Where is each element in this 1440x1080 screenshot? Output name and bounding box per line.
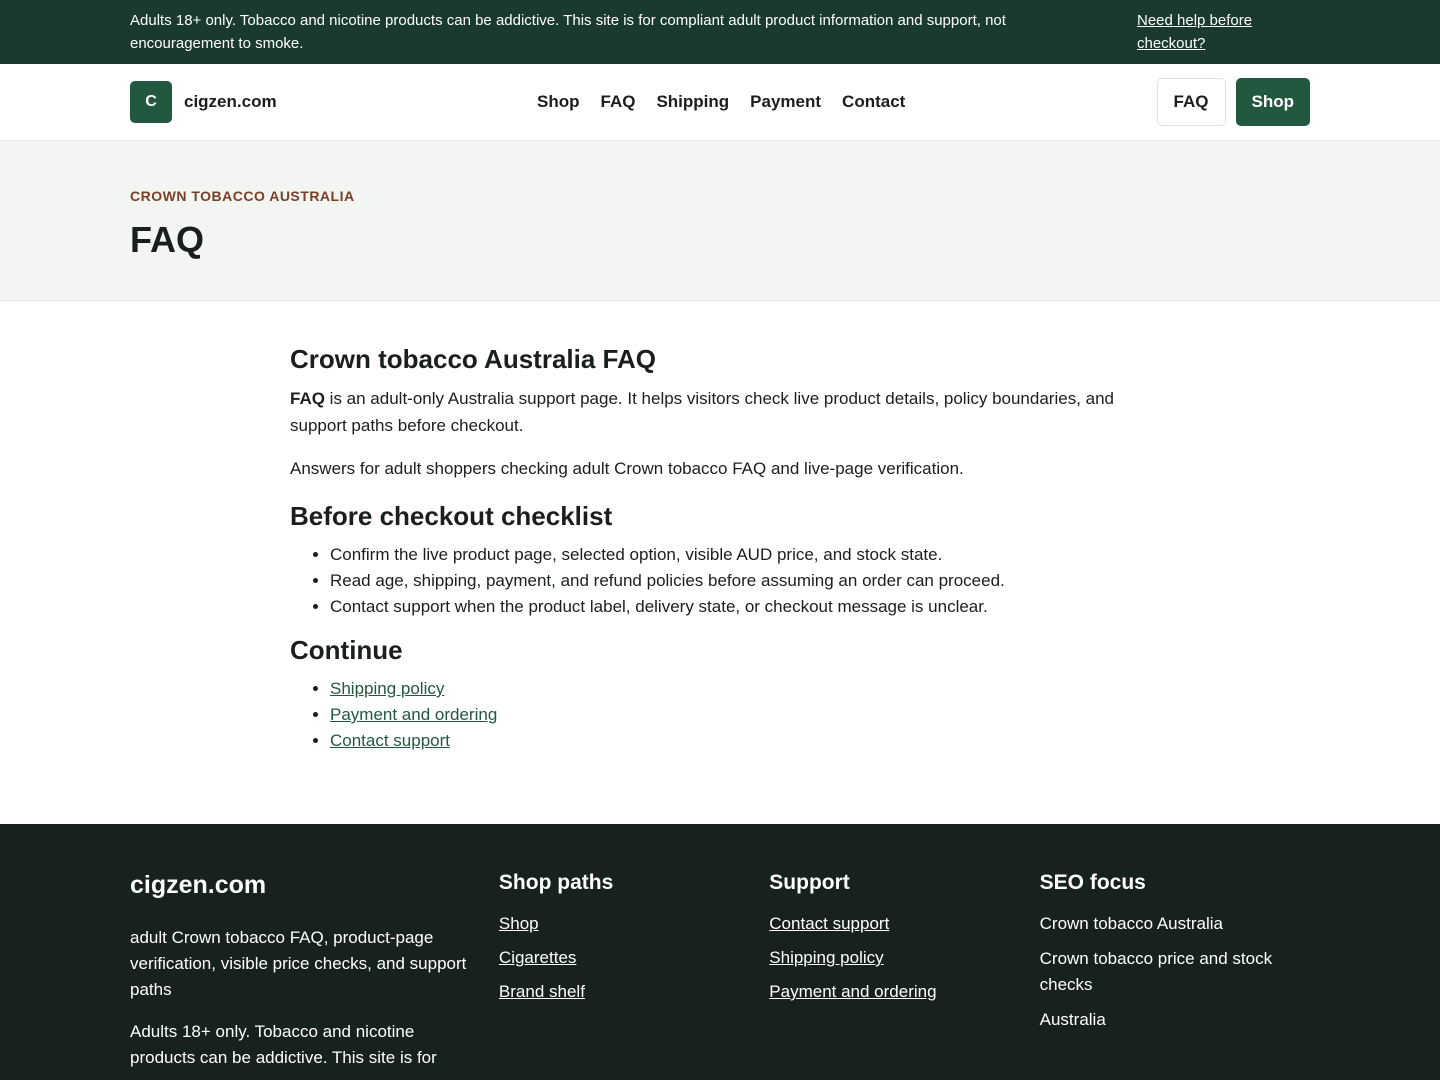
intro-paragraph: FAQ is an adult-only Australia support p…: [290, 385, 1150, 439]
shipping-policy-link[interactable]: Shipping policy: [330, 679, 444, 698]
footer-link-cigarettes[interactable]: Cigarettes: [499, 948, 576, 967]
nav-payment[interactable]: Payment: [750, 92, 821, 112]
footer-shop-paths-title: Shop paths: [498, 871, 614, 894]
nav-shop[interactable]: Shop: [537, 92, 580, 112]
footer-support-column: Support Contact support Shipping policy …: [769, 869, 1039, 1071]
footer-brand-column: cigzen.com adult Crown tobacco FAQ, prod…: [130, 869, 499, 1071]
list-item: Read age, shipping, payment, and refund …: [330, 568, 1150, 594]
list-item: Cigarettes: [499, 945, 769, 971]
intro-bold: FAQ: [290, 389, 325, 408]
list-item: Shipping policy: [769, 945, 1039, 971]
main-content: Crown tobacco Australia FAQ FAQ is an ad…: [290, 301, 1150, 824]
contact-support-link[interactable]: Contact support: [330, 731, 450, 750]
list-item: Crown tobacco Australia: [1039, 914, 1223, 933]
list-item: Contact support: [330, 728, 1150, 754]
answers-paragraph: Answers for adult shoppers checking adul…: [290, 459, 964, 478]
payment-ordering-link[interactable]: Payment and ordering: [330, 705, 497, 724]
footer-link-payment-ordering[interactable]: Payment and ordering: [769, 982, 936, 1001]
hero-eyebrow: CROWN TOBACCO AUSTRALIA: [130, 188, 355, 204]
shop-button[interactable]: Shop: [1235, 78, 1310, 126]
footer-shop-paths: Shop Cigarettes Brand shelf: [499, 911, 769, 1005]
footer-brand: cigzen.com: [130, 871, 267, 899]
footer-link-shipping-policy[interactable]: Shipping policy: [769, 948, 883, 967]
nav-shipping[interactable]: Shipping: [656, 92, 729, 112]
footer-seo-column: SEO focus Crown tobacco Australia Crown …: [1040, 869, 1310, 1071]
list-item: Brand shelf: [499, 979, 769, 1005]
help-before-checkout-link[interactable]: Need help before checkout?: [1137, 9, 1310, 55]
main-nav: Shop FAQ Shipping Payment Contact: [537, 92, 905, 112]
list-item: Payment and ordering: [330, 702, 1150, 728]
logo-mark: C: [130, 81, 172, 123]
footer-link-shop[interactable]: Shop: [499, 914, 539, 933]
list-item: Confirm the live product page, selected …: [330, 542, 1150, 568]
list-item: Shop: [499, 911, 769, 937]
footer-link-contact-support[interactable]: Contact support: [769, 914, 889, 933]
list-item: Crown tobacco price and stock checks: [1039, 949, 1273, 994]
nav-faq[interactable]: FAQ: [601, 92, 636, 112]
site-footer: cigzen.com adult Crown tobacco FAQ, prod…: [0, 824, 1440, 1080]
list-item: Contact support when the product label, …: [330, 594, 1150, 620]
page-title: FAQ: [130, 219, 205, 260]
age-notice-text: Adults 18+ only. Tobacco and nicotine pr…: [130, 12, 1006, 52]
faq-heading: Crown tobacco Australia FAQ: [290, 344, 656, 374]
page-hero: CROWN TOBACCO AUSTRALIA FAQ: [0, 141, 1440, 301]
list-item: Australia: [1039, 1010, 1106, 1029]
continue-heading: Continue: [290, 635, 403, 665]
intro-text: is an adult-only Australia support page.…: [290, 389, 1115, 435]
list-item: Shipping policy: [330, 676, 1150, 702]
footer-support-title: Support: [769, 871, 850, 894]
brand-home-link[interactable]: C cigzen.com: [130, 81, 277, 123]
footer-seo-title: SEO focus: [1039, 871, 1146, 894]
footer-support-links: Contact support Shipping policy Payment …: [769, 911, 1039, 1005]
header-actions: FAQ Shop: [1156, 78, 1310, 126]
footer-age-note: Adults 18+ only. Tobacco and nicotine pr…: [130, 1022, 437, 1067]
footer-description: adult Crown tobacco FAQ, product-page ve…: [130, 928, 467, 999]
site-header: C cigzen.com Shop FAQ Shipping Payment C…: [0, 64, 1440, 141]
nav-contact[interactable]: Contact: [842, 92, 905, 112]
footer-seo-list: Crown tobacco Australia Crown tobacco pr…: [1040, 911, 1310, 1033]
faq-button[interactable]: FAQ: [1156, 78, 1226, 126]
checklist: Confirm the live product page, selected …: [290, 542, 1150, 620]
list-item: Payment and ordering: [769, 979, 1039, 1005]
continue-links: Shipping policy Payment and ordering Con…: [290, 676, 1150, 754]
list-item: Contact support: [769, 911, 1039, 937]
site-name: cigzen.com: [184, 92, 277, 111]
footer-link-brand-shelf[interactable]: Brand shelf: [499, 982, 585, 1001]
footer-shop-paths-column: Shop paths Shop Cigarettes Brand shelf: [499, 869, 769, 1071]
checklist-heading: Before checkout checklist: [290, 501, 613, 531]
age-notice-bar: Adults 18+ only. Tobacco and nicotine pr…: [0, 0, 1440, 64]
